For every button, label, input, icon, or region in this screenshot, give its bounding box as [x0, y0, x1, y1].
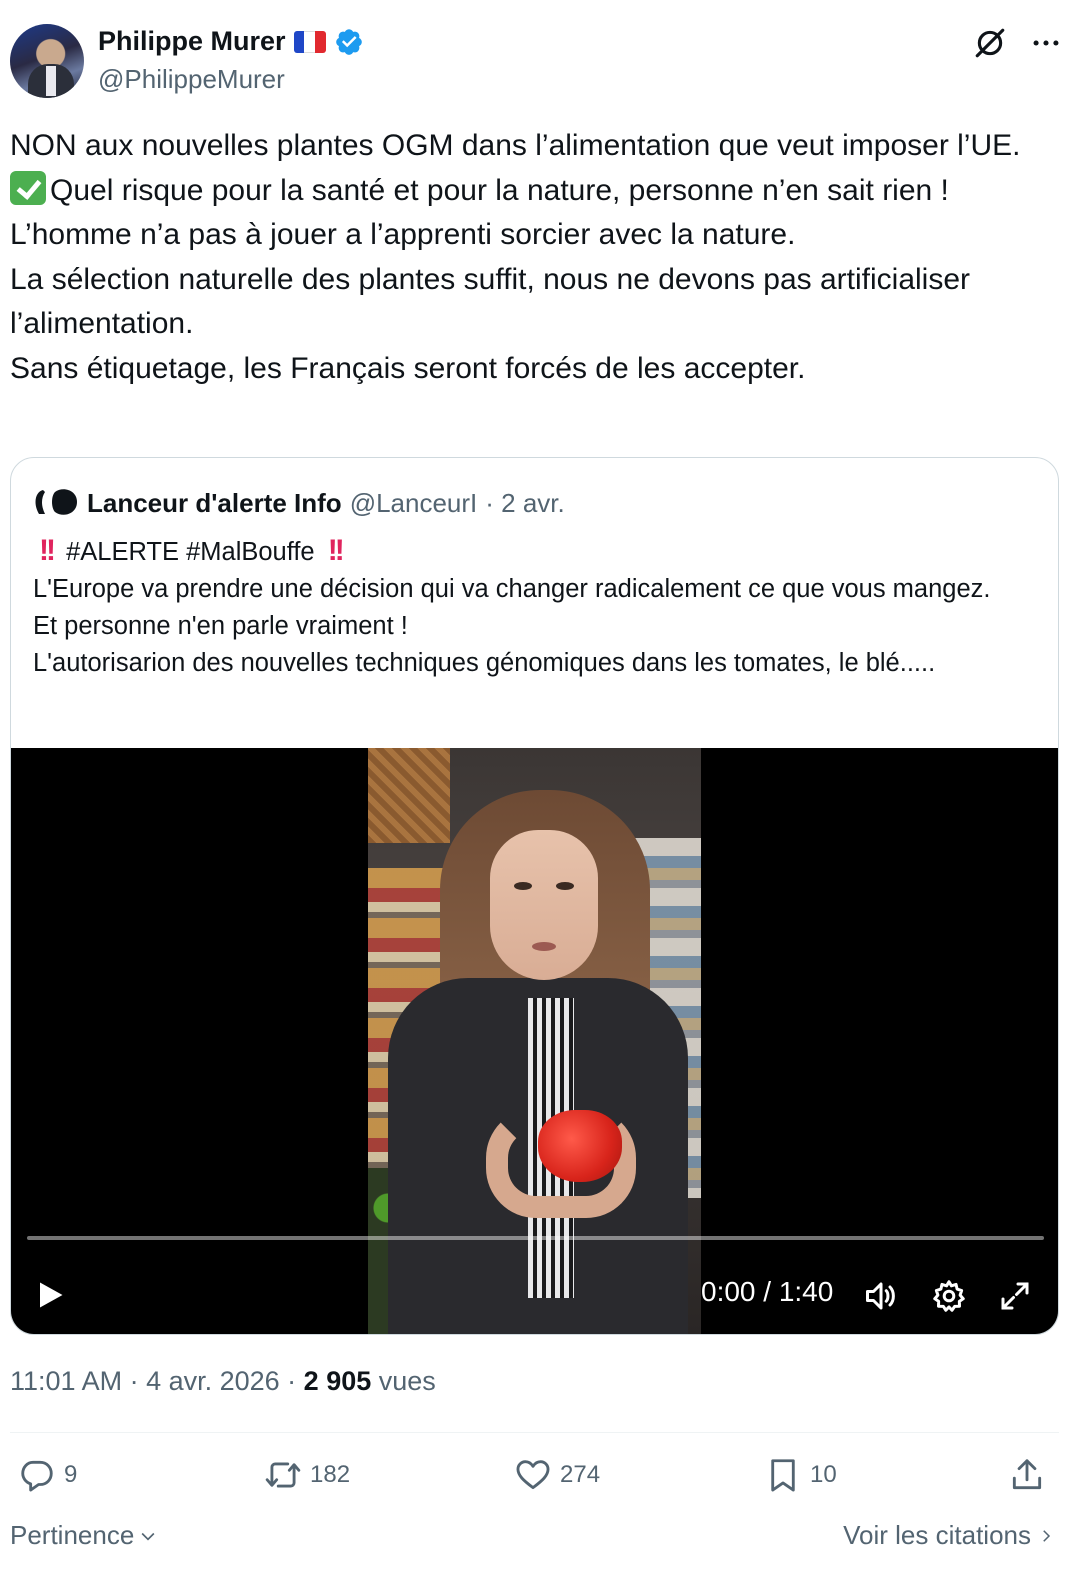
video-person-mouth	[532, 942, 556, 951]
check-mark-icon	[10, 170, 46, 205]
tweet-actions: 9 182 274 10	[18, 1456, 1058, 1500]
view-quotes-link[interactable]: Voir les citations	[843, 1520, 1055, 1551]
views-label: vues	[371, 1366, 436, 1396]
video-person-eye	[556, 882, 574, 890]
video-player[interactable]: 0:00 / 1:40	[11, 748, 1058, 1334]
avatar-shirt	[46, 66, 56, 96]
tweet-line: Quel risque pour la santé et pour la nat…	[50, 173, 949, 207]
quote-line: L'Europe va prendre une décision qui va …	[33, 575, 991, 603]
settings-icon[interactable]	[931, 1278, 967, 1314]
chevron-down-icon	[141, 1532, 155, 1541]
volume-icon[interactable]	[863, 1278, 899, 1314]
repost-button[interactable]: 182	[264, 1456, 350, 1494]
views-count: 2 905	[303, 1366, 372, 1396]
more-icon[interactable]	[1029, 26, 1063, 60]
tweet-text: NON aux nouvelles plantes OGM dans l’ali…	[10, 124, 1070, 391]
reply-icon	[21, 1460, 53, 1492]
bookmark-button[interactable]: 10	[764, 1456, 837, 1494]
quote-text: !! #ALERTE #MalBouffe !! L'Europe va pre…	[33, 532, 1043, 682]
quote-line: Et personne n'en parle vraiment !	[33, 612, 408, 640]
double-exclamation-icon: !!	[327, 534, 345, 567]
quote-date[interactable]: · 2 avr.	[485, 488, 564, 519]
quote-author-name[interactable]: Lanceur d'alerte Info	[87, 488, 342, 519]
verified-badge-icon[interactable]	[334, 27, 364, 57]
share-button[interactable]	[1008, 1456, 1046, 1494]
tweet-line: L’homme n’a pas à jouer a l’apprenti sor…	[10, 218, 796, 251]
bookmark-count: 10	[810, 1461, 837, 1488]
video-tomato	[538, 1110, 622, 1182]
share-icon	[1012, 1459, 1042, 1490]
tweet-line: NON aux nouvelles plantes OGM dans l’ali…	[10, 129, 1021, 162]
video-progress-bar[interactable]	[27, 1236, 1044, 1240]
author-name[interactable]: Philippe Murer	[98, 26, 286, 57]
author-name-row: Philippe Murer	[98, 26, 364, 57]
double-exclamation-icon: !!	[39, 534, 56, 567]
tweet-meta: 11:01 AM · 4 avr. 2026 · 2 905 vues	[10, 1366, 436, 1397]
divider	[10, 1432, 1059, 1433]
chevron-right-icon	[1043, 1529, 1051, 1542]
grok-icon[interactable]	[973, 26, 1007, 60]
lanceur-logo-icon	[35, 489, 77, 515]
video-frame	[368, 748, 701, 1334]
video-time: 0:00 / 1:40	[701, 1276, 834, 1307]
sort-label: Pertinence	[10, 1520, 135, 1550]
france-flag-icon	[293, 30, 326, 53]
repost-icon	[265, 1462, 301, 1488]
tweet-timestamp[interactable]: 11:01 AM · 4 avr. 2026 ·	[10, 1366, 304, 1396]
video-basket	[368, 748, 450, 843]
repost-count: 182	[310, 1461, 351, 1488]
reply-button[interactable]: 9	[18, 1456, 77, 1494]
sort-dropdown[interactable]: Pertinence	[10, 1520, 158, 1551]
heart-icon	[516, 1460, 550, 1490]
tweet-line: Sans étiquetage, les Français seront for…	[10, 351, 806, 385]
reply-count: 9	[64, 1461, 78, 1488]
view-quotes-label: Voir les citations	[843, 1520, 1031, 1550]
tweet-line: La sélection naturelle des plantes suffi…	[10, 262, 979, 341]
video-person-face	[490, 830, 598, 980]
bookmark-icon	[771, 1459, 795, 1492]
like-button[interactable]: 274	[514, 1456, 600, 1494]
header-actions	[973, 26, 1063, 60]
author-handle[interactable]: @PhilippeMurer	[98, 64, 285, 95]
quote-author-handle[interactable]: @LanceurI	[350, 488, 478, 519]
quote-line: L'autorisarion des nouvelles techniques …	[33, 649, 936, 677]
like-count: 274	[560, 1461, 601, 1488]
video-person-eye	[514, 882, 532, 890]
tweet-header: Philippe Murer @PhilippeMurer	[10, 24, 1063, 100]
quote-header: Lanceur d'alerte Info @LanceurI · 2 avr.	[33, 486, 565, 520]
avatar[interactable]	[10, 24, 84, 98]
fullscreen-icon[interactable]	[997, 1278, 1033, 1314]
quoted-tweet[interactable]: Lanceur d'alerte Info @LanceurI · 2 avr.…	[10, 457, 1059, 1335]
play-icon[interactable]	[35, 1280, 65, 1310]
quote-hashtags[interactable]: #ALERTE #MalBouffe	[66, 538, 315, 566]
